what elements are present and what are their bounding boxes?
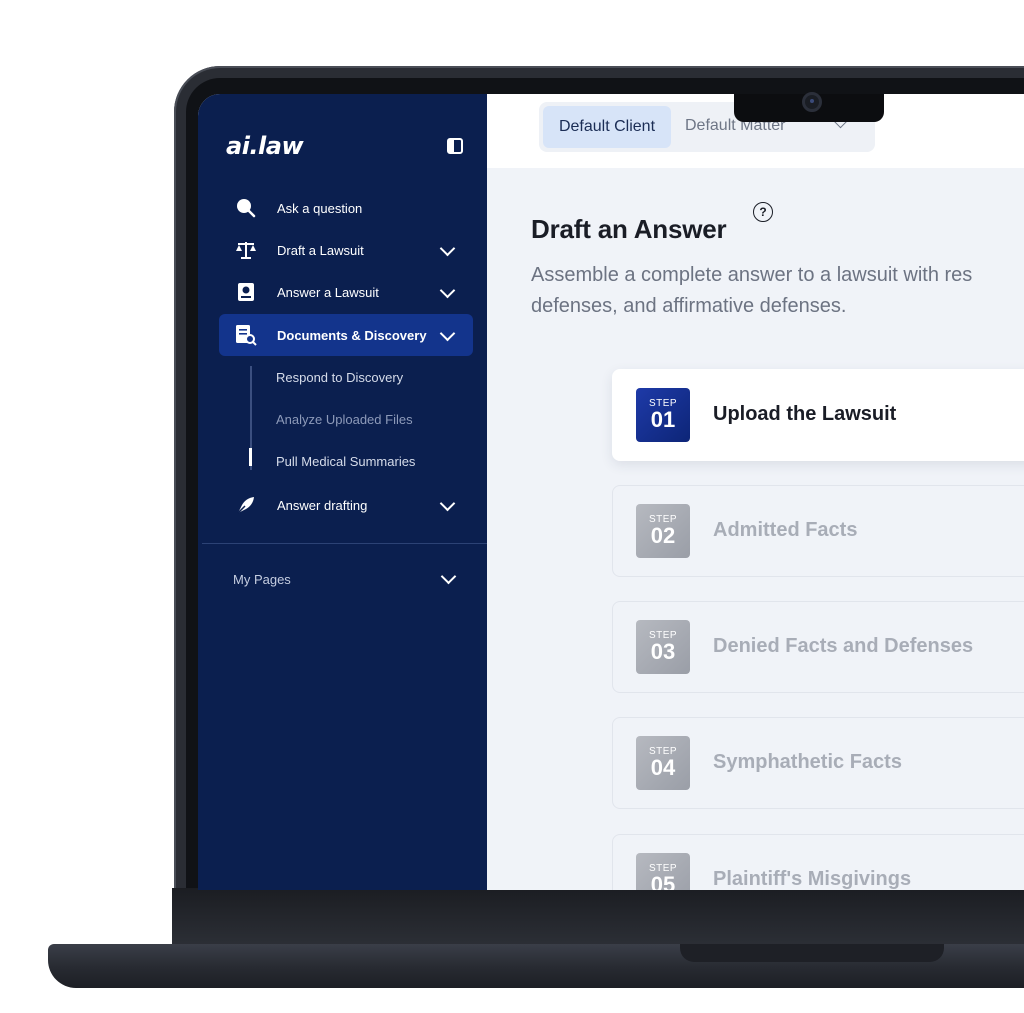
- submenu-active-marker: [249, 448, 252, 466]
- laptop-base-groove: [680, 944, 944, 962]
- nav-ask-question[interactable]: Ask a question: [219, 187, 473, 229]
- step-card-05[interactable]: STEP 05 Plaintiff's Misgivings: [612, 834, 1024, 890]
- client-pill[interactable]: Default Client: [543, 106, 671, 148]
- chevron-down-icon[interactable]: [439, 495, 456, 511]
- search-icon: [235, 197, 257, 219]
- document-search-icon: [235, 324, 257, 346]
- step-badge: STEP 05: [636, 853, 690, 890]
- chevron-down-icon[interactable]: [439, 282, 456, 298]
- subitem-analyze-files[interactable]: Analyze Uploaded Files: [276, 412, 413, 427]
- step-badge: STEP 01: [636, 388, 690, 442]
- nav-answer-drafting[interactable]: Answer drafting: [219, 484, 473, 526]
- quill-icon: [235, 494, 257, 516]
- nav-label: Answer drafting: [277, 497, 368, 513]
- step-title: Upload the Lawsuit: [713, 403, 897, 425]
- nav-draft-lawsuit[interactable]: Draft a Lawsuit: [219, 229, 473, 271]
- step-badge: STEP 04: [636, 736, 690, 790]
- step-card-03[interactable]: STEP 03 Denied Facts and Defenses: [612, 601, 1024, 693]
- app-logo: ai.law: [226, 132, 304, 160]
- help-icon[interactable]: ?: [753, 202, 773, 222]
- scales-icon: [235, 239, 257, 261]
- laptop-hinge: [172, 888, 1024, 946]
- sidebar-toggle-icon[interactable]: [447, 138, 463, 154]
- app-screen: ai.law Ask a question Draft a Lawsuit An…: [198, 94, 1024, 890]
- step-title: Symphathetic Facts: [713, 751, 902, 773]
- nav-label: Documents & Discovery: [277, 327, 427, 343]
- chevron-down-icon[interactable]: [439, 325, 456, 341]
- document-seal-icon: [235, 281, 257, 303]
- nav-answer-lawsuit[interactable]: Answer a Lawsuit: [219, 271, 473, 313]
- step-card-02[interactable]: STEP 02 Admitted Facts: [612, 485, 1024, 577]
- chevron-down-icon[interactable]: [439, 240, 456, 256]
- sidebar: ai.law Ask a question Draft a Lawsuit An…: [198, 94, 487, 890]
- nav-documents-discovery[interactable]: Documents & Discovery: [219, 314, 473, 356]
- my-pages-label[interactable]: My Pages: [233, 572, 291, 587]
- sidebar-divider: [202, 543, 487, 544]
- camera-icon: [802, 92, 822, 112]
- step-card-01[interactable]: STEP 01 Upload the Lawsuit: [612, 369, 1024, 461]
- nav-label: Answer a Lawsuit: [277, 284, 379, 300]
- step-card-04[interactable]: STEP 04 Symphathetic Facts: [612, 717, 1024, 809]
- step-title: Admitted Facts: [713, 519, 858, 541]
- subitem-medical-summaries[interactable]: Pull Medical Summaries: [276, 454, 415, 469]
- page-description: Assemble a complete answer to a lawsuit …: [531, 264, 973, 317]
- step-title: Denied Facts and Defenses: [713, 635, 974, 657]
- page-title: Draft an Answer: [531, 214, 727, 244]
- nav-label: Ask a question: [277, 200, 363, 216]
- chevron-down-icon[interactable]: [440, 568, 457, 585]
- step-title: Plaintiff's Misgivings: [713, 868, 912, 890]
- nav-label: Draft a Lawsuit: [277, 242, 364, 258]
- step-badge: STEP 02: [636, 504, 690, 558]
- subitem-respond-discovery[interactable]: Respond to Discovery: [276, 370, 403, 385]
- step-badge: STEP 03: [636, 620, 690, 674]
